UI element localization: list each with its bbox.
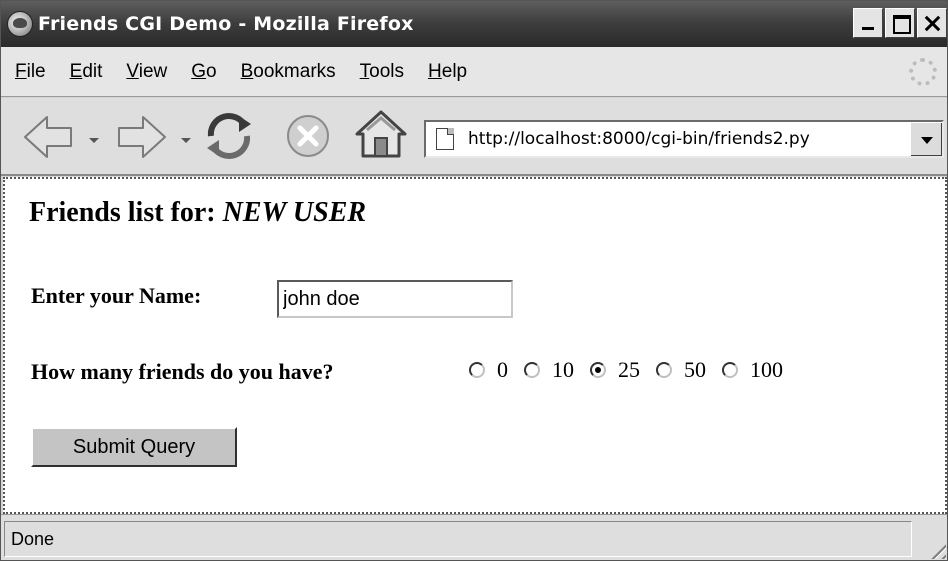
radio-option-25[interactable]: 25	[590, 357, 640, 383]
menu-edit[interactable]: Edit	[70, 61, 103, 83]
maximize-button[interactable]	[885, 8, 915, 38]
menu-help[interactable]: Help	[428, 61, 467, 83]
menu-go-accel: G	[191, 60, 207, 82]
friends-radio-group: 0 10 25 50 100	[469, 357, 799, 383]
heading-user: NEW USER	[222, 197, 367, 228]
radio-label: 50	[684, 357, 706, 382]
menu-go[interactable]: Go	[191, 61, 216, 83]
heading-prefix: Friends list for:	[29, 197, 223, 228]
menu-help-rest: elp	[441, 60, 468, 82]
menu-tools-accel: T	[359, 60, 370, 82]
reload-icon[interactable]	[201, 110, 257, 162]
home-icon[interactable]	[353, 108, 409, 162]
window-title: Friends CGI Demo - Mozilla Firefox	[38, 13, 414, 35]
radio-option-100[interactable]: 100	[722, 357, 783, 383]
menu-bookmarks-accel: B	[240, 60, 254, 82]
menu-file[interactable]: File	[15, 61, 46, 83]
menu-edit-rest: dit	[82, 60, 103, 82]
menu-help-accel: H	[428, 60, 442, 82]
menu-tools-rest: ools	[369, 60, 405, 82]
radio-label: 25	[618, 357, 640, 382]
radio-button-selected[interactable]	[590, 362, 606, 378]
radio-button[interactable]	[722, 362, 738, 378]
name-label: Enter your Name:	[31, 283, 202, 308]
menu-file-accel: F	[15, 60, 27, 82]
title-bar: Friends CGI Demo - Mozilla Firefox	[1, 1, 947, 47]
radio-option-10[interactable]: 10	[524, 357, 574, 383]
radio-label: 10	[552, 357, 574, 382]
menu-edit-accel: E	[69, 60, 83, 82]
minimize-button[interactable]	[853, 8, 883, 38]
submit-query-button[interactable]: Submit Query	[31, 427, 237, 467]
radio-label: 100	[750, 357, 783, 382]
menu-view-accel: V	[126, 60, 139, 82]
page-content: Friends list for: NEW USER Enter your Na…	[3, 177, 947, 514]
menu-file-rest: ile	[26, 60, 46, 82]
close-button[interactable]	[917, 8, 947, 38]
radio-button[interactable]	[524, 362, 540, 378]
resize-grip-icon[interactable]	[926, 539, 946, 559]
menu-bookmarks-rest: ookmarks	[253, 60, 336, 82]
menu-tools[interactable]: Tools	[360, 61, 404, 83]
radio-button[interactable]	[469, 362, 485, 378]
url-text[interactable]: http://localhost:8000/cgi-bin/friends2.p…	[468, 129, 810, 149]
menu-view-rest: iew	[138, 60, 168, 82]
url-dropdown-button[interactable]	[910, 122, 942, 156]
window-controls	[853, 8, 947, 38]
back-arrow-icon[interactable]	[23, 114, 75, 160]
radio-option-50[interactable]: 50	[656, 357, 706, 383]
page-icon	[436, 128, 454, 150]
throbber-icon	[909, 58, 937, 86]
browser-window: Friends CGI Demo - Mozilla Firefox File …	[0, 0, 948, 561]
menu-view[interactable]: View	[126, 61, 167, 83]
forward-dropdown-icon[interactable]	[181, 138, 191, 143]
menu-go-rest: o	[206, 60, 217, 82]
radio-option-0[interactable]: 0	[469, 357, 508, 383]
url-bar[interactable]: http://localhost:8000/cgi-bin/friends2.p…	[424, 120, 944, 158]
stop-icon[interactable]	[283, 112, 333, 160]
page-heading: Friends list for: NEW USER	[29, 197, 366, 229]
firefox-icon	[7, 11, 33, 37]
menu-bookmarks[interactable]: Bookmarks	[241, 61, 336, 83]
status-text: Done	[4, 521, 912, 557]
radio-button[interactable]	[656, 362, 672, 378]
forward-arrow-icon[interactable]	[115, 114, 167, 160]
menu-bar: File Edit View Go Bookmarks Tools Help	[1, 47, 947, 97]
name-input[interactable]	[277, 280, 513, 318]
status-bar: Done	[1, 514, 947, 560]
navigation-toolbar: http://localhost:8000/cgi-bin/friends2.p…	[1, 98, 947, 176]
friends-label: How many friends do you have?	[31, 359, 334, 384]
back-dropdown-icon[interactable]	[89, 138, 99, 143]
radio-label: 0	[497, 357, 508, 382]
